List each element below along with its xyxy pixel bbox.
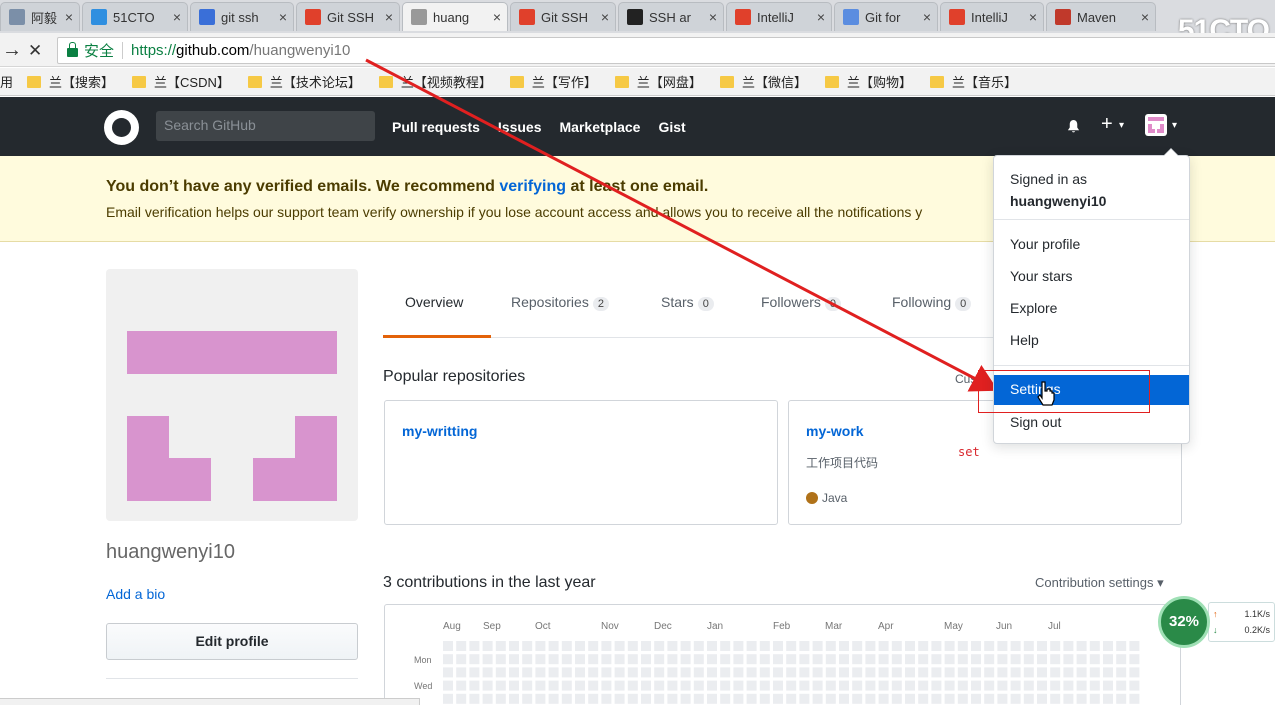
divider [994,365,1189,366]
signed-in-label: Signed in as [1010,171,1088,187]
divider [994,219,1189,220]
signed-in-user: huangwenyi10 [1010,193,1107,209]
hand-cursor-icon [1037,381,1055,406]
cpu-usage-gauge: 32% [1158,596,1210,648]
signed-in-info: Signed in as huangwenyi10 [1010,168,1106,212]
annotation-highlight-box [978,370,1150,413]
menu-your-profile[interactable]: Your profile [994,230,1189,260]
menu-explore[interactable]: Explore [994,294,1189,324]
download-speed: 0.2K/s [1244,625,1270,635]
upload-speed: 1.1K/s [1244,609,1270,619]
network-monitor-widget: ↑ 1.1K/s ↓ 0.2K/s 32% [1158,596,1275,648]
upload-arrow-icon: ↑ [1213,609,1218,619]
status-bar [0,698,420,705]
network-speed-box: ↑ 1.1K/s ↓ 0.2K/s [1208,602,1275,642]
menu-your-stars[interactable]: Your stars [994,262,1189,292]
menu-help[interactable]: Help [994,326,1189,356]
download-arrow-icon: ↓ [1213,625,1218,635]
